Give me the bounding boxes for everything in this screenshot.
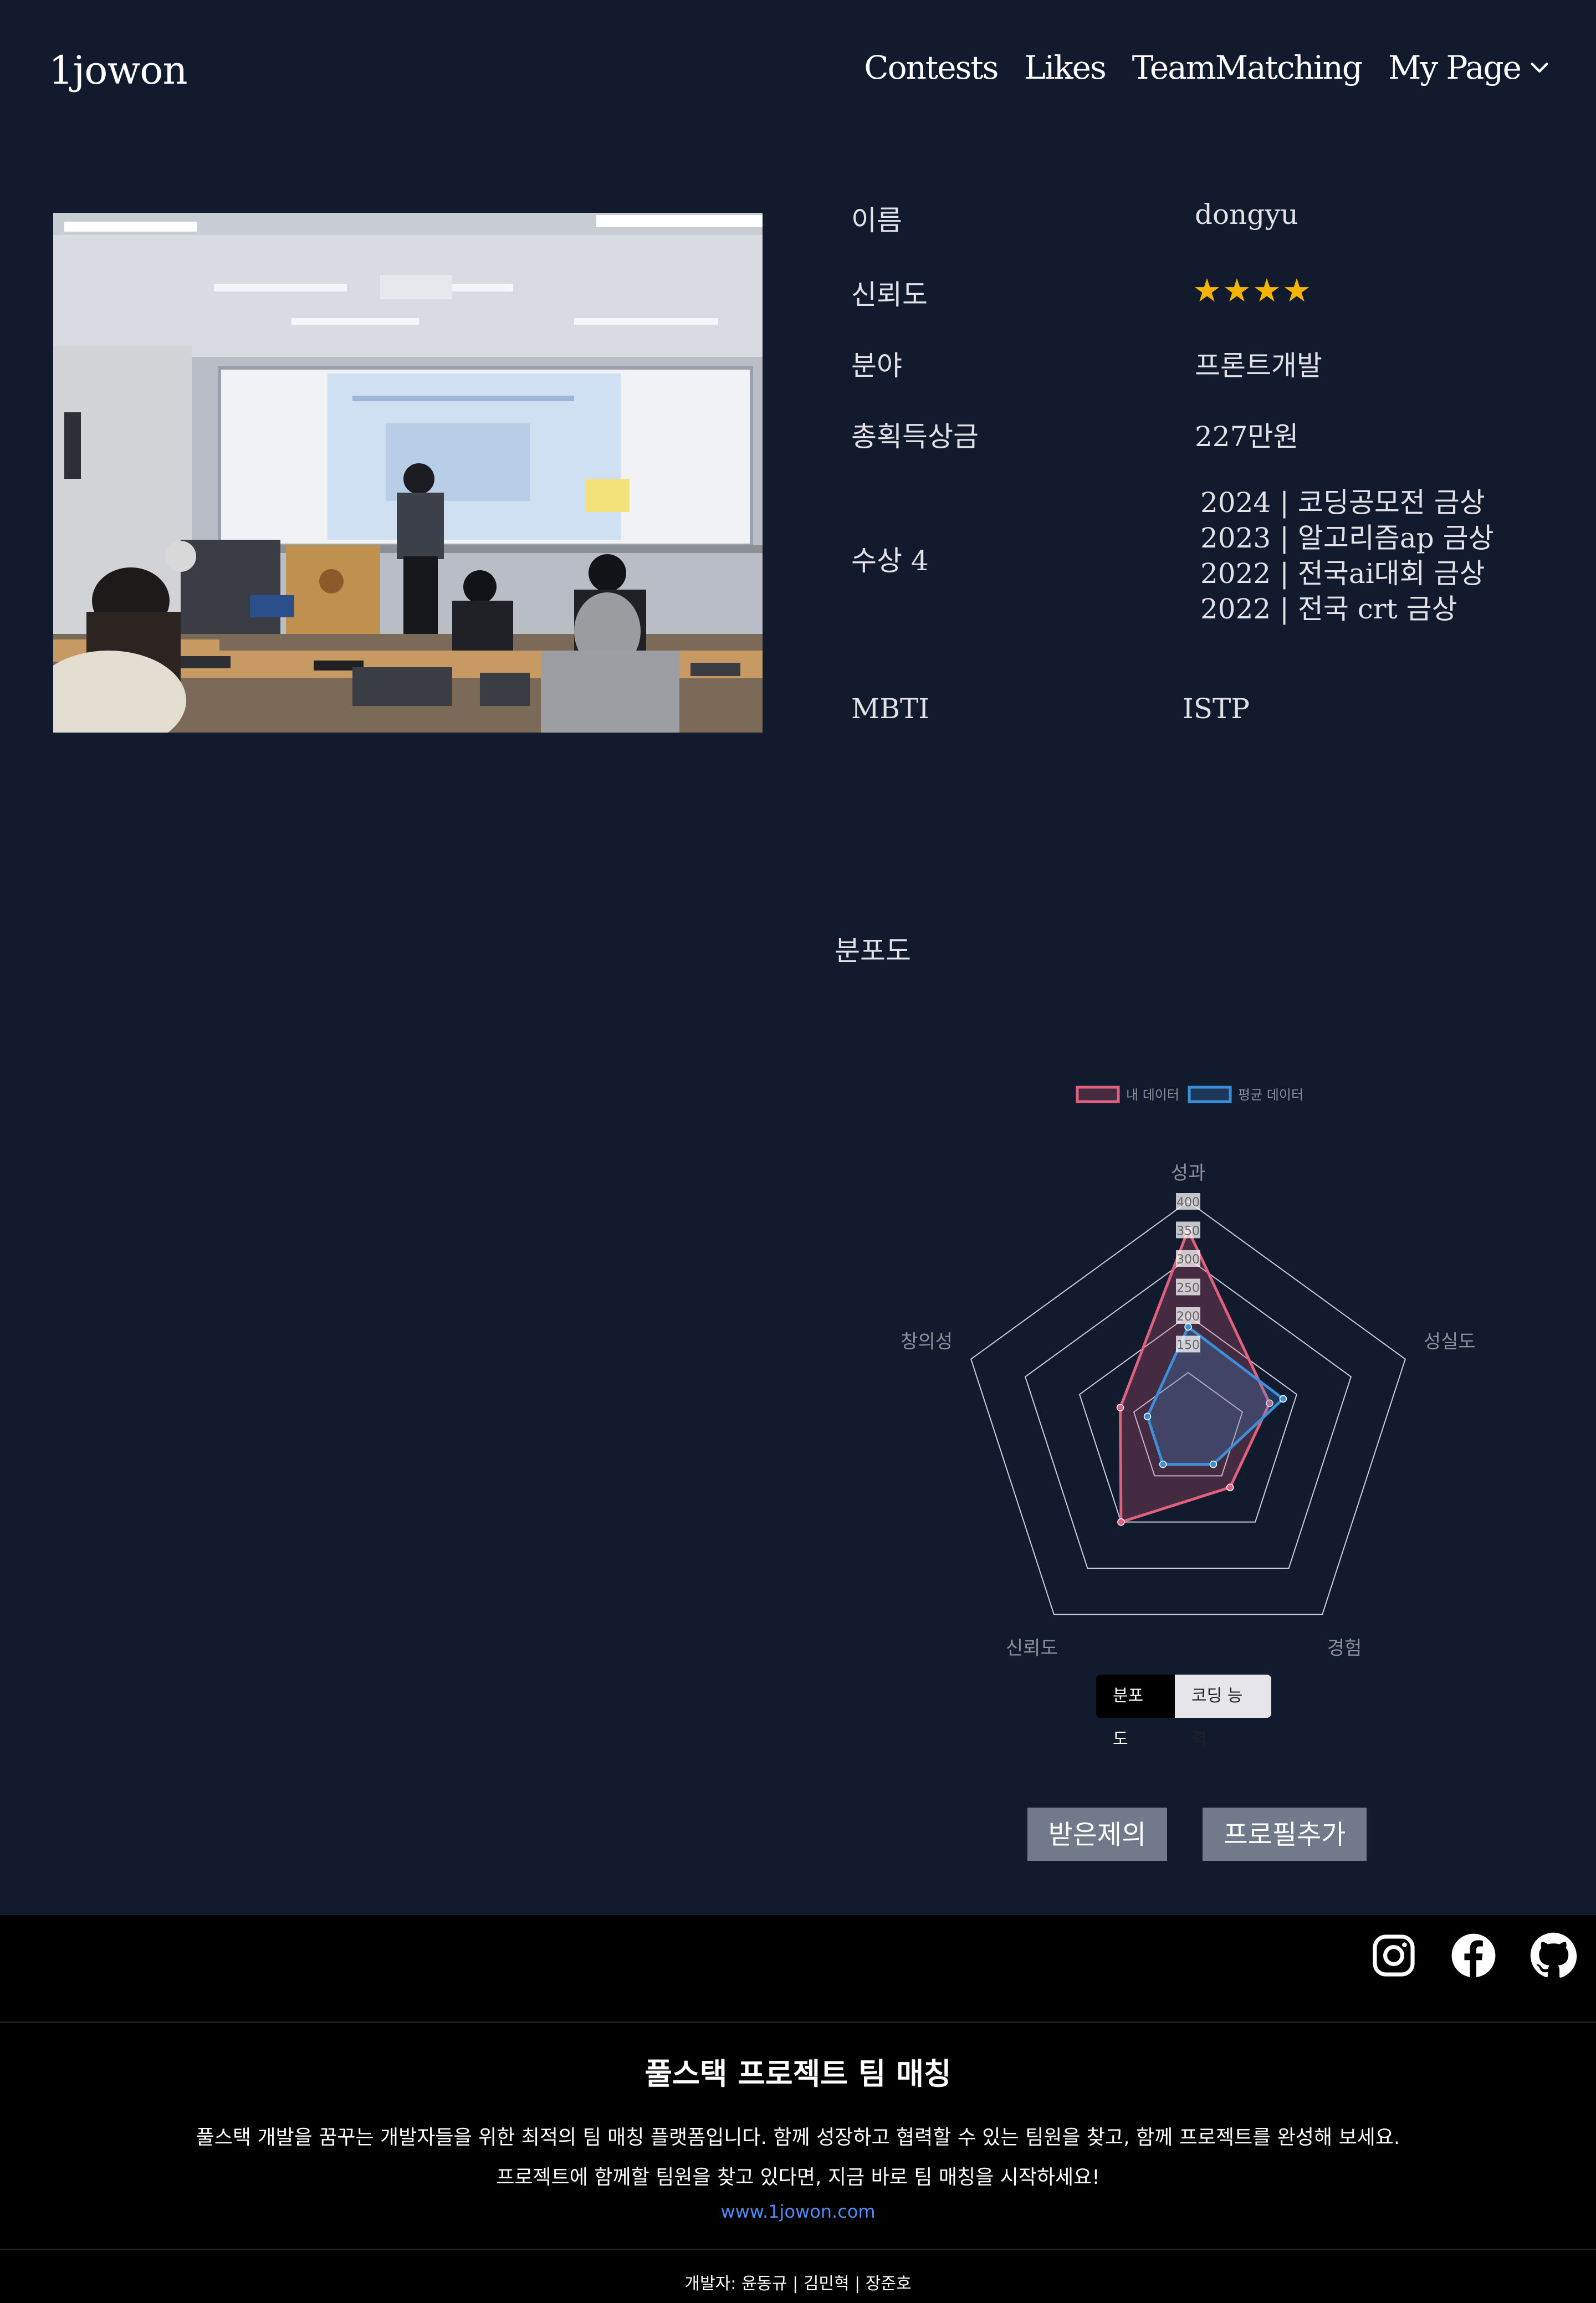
radar-axis-label: 신뢰도 xyxy=(1006,1637,1058,1659)
nav-teammatching[interactable]: TeamMatching xyxy=(1132,49,1363,86)
radar-chart: 150 200 250 300 350 400 성과성실도경험 신뢰도 창의성 내 데이터 평균 데… xyxy=(901,1086,1476,1659)
award-item: 2023 | 알고리즘ap 금상 xyxy=(1200,522,1494,554)
name-label: 이름 xyxy=(851,204,902,237)
award-item: 2024 | 코딩공모전 금상 xyxy=(1200,487,1485,519)
nav-mypage[interactable]: My Page xyxy=(1388,49,1551,86)
trust-label: 신뢰도 xyxy=(851,279,928,311)
radar-point xyxy=(1117,1518,1125,1526)
awards-list: 2024 | 코딩공모전 금상 2023 | 알고리즘ap 금상 2022 | … xyxy=(1200,485,1494,627)
radar-axis-label: 성과 xyxy=(1171,1162,1206,1184)
legend-label: 내 데이터 xyxy=(1126,1087,1179,1103)
award-item: 2022 | 전국 crt 금상 xyxy=(1200,593,1457,625)
nav-contests[interactable]: Contests xyxy=(864,49,999,86)
legend-label: 평균 데이터 xyxy=(1238,1087,1303,1103)
nav-likes[interactable]: Likes xyxy=(1024,49,1106,86)
mbti-value: ISTP xyxy=(1183,693,1250,725)
radar-tick-label: 350 xyxy=(1176,1225,1200,1238)
radar-point xyxy=(1116,1404,1124,1411)
radar-point xyxy=(1209,1460,1218,1468)
legend-swatch xyxy=(1076,1086,1120,1103)
chevron-down-icon xyxy=(1531,63,1548,73)
social-links xyxy=(1370,1932,1577,1979)
radar-axis-label: 경험 xyxy=(1327,1637,1362,1659)
awards-label: 수상 4 xyxy=(851,545,929,577)
radar-point xyxy=(1143,1412,1152,1420)
mbti-label: MBTI xyxy=(851,693,930,725)
name-value: dongyu xyxy=(1195,198,1298,231)
nav-mypage-label: My Page xyxy=(1388,49,1522,86)
site-logo[interactable]: 1jowon xyxy=(49,48,188,93)
radar-tick-label: 150 xyxy=(1176,1339,1200,1353)
prize-value: 227만원 xyxy=(1195,421,1299,453)
footer: 풀스택 프로젝트 팀 매칭 풀스택 개발을 꿈꾸는 개발자들을 위한 최적의 팀… xyxy=(0,1915,1596,2303)
radar-point xyxy=(1184,1323,1192,1331)
footer-credits: 개발자: 윤동규 | 김민혁 | 장준호 xyxy=(684,2274,912,2294)
radar-axis-label: 창의성 xyxy=(901,1331,953,1353)
trust-stars: ★★★★ xyxy=(1193,272,1312,309)
tab-distribution[interactable]: 분포도 xyxy=(1096,1675,1175,1749)
chart-tabs: 분포도 코딩 능력 xyxy=(1096,1675,1271,1749)
radar-tick-label: 250 xyxy=(1176,1282,1200,1296)
footer-title: 풀스택 프로젝트 팀 매칭 xyxy=(644,2056,952,2091)
instagram-icon[interactable] xyxy=(1370,1932,1418,1979)
tab-coding-ability[interactable]: 코딩 능력 xyxy=(1175,1675,1271,1749)
top-nav: 1jowon Contests Likes TeamMatching My Pa… xyxy=(0,0,1596,144)
footer-divider xyxy=(0,2021,1596,2023)
radar-tick-label: 200 xyxy=(1176,1310,1200,1324)
github-icon[interactable] xyxy=(1530,1932,1577,1979)
radar-point xyxy=(1159,1460,1167,1468)
distribution-title: 분포도 xyxy=(835,935,911,967)
nav-links: Contests Likes TeamMatching My Page xyxy=(864,49,1551,86)
add-profile-button[interactable]: 프로필추가 xyxy=(1203,1808,1367,1861)
prize-label: 총획득상금 xyxy=(851,421,979,453)
radar-point xyxy=(1279,1395,1287,1403)
field-value: 프론트개발 xyxy=(1195,350,1322,382)
footer-divider-bottom xyxy=(0,2249,1596,2250)
legend-swatch xyxy=(1188,1086,1232,1103)
profile-photo xyxy=(53,213,763,733)
radar-tick-label: 300 xyxy=(1176,1253,1200,1267)
footer-description: 풀스택 개발을 꿈꾸는 개발자들을 위한 최적의 팀 매칭 플랫폼입니다. 함께… xyxy=(196,2126,1400,2149)
radar-tick-label: 400 xyxy=(1176,1196,1200,1210)
received-offers-button[interactable]: 받은제의 xyxy=(1027,1808,1167,1861)
award-item: 2022 | 전국ai대회 금상 xyxy=(1200,557,1485,590)
facebook-icon[interactable] xyxy=(1450,1932,1497,1979)
footer-url-link[interactable]: www.1jowon.com xyxy=(0,2201,1596,2222)
footer-description-2: 프로젝트에 함께할 팀원을 찾고 있다면, 지금 바로 팀 매칭을 시작하세요! xyxy=(496,2166,1100,2189)
radar-point xyxy=(1226,1483,1234,1491)
field-label: 분야 xyxy=(851,350,902,382)
radar-axis-label: 성실도 xyxy=(1424,1331,1476,1353)
